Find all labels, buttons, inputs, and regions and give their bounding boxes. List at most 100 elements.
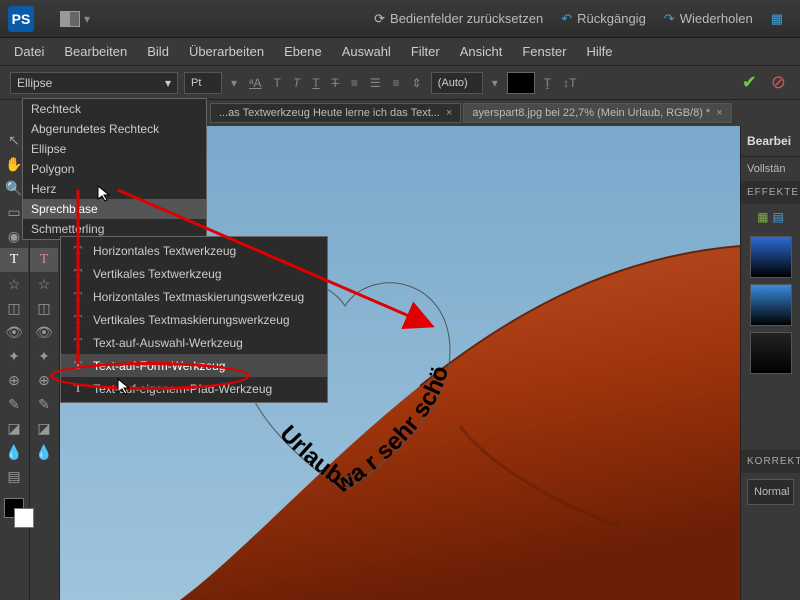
shape-option[interactable]: Abgerundetes Rechteck bbox=[23, 119, 206, 139]
align-right-icon[interactable]: ≡ bbox=[390, 76, 403, 90]
close-icon[interactable]: × bbox=[446, 107, 452, 119]
tool-variant-text[interactable]: T bbox=[30, 248, 58, 272]
type-icon: T bbox=[71, 335, 85, 350]
align-center-icon[interactable]: ☰ bbox=[367, 76, 384, 90]
type-icon: T bbox=[71, 312, 85, 327]
font-size-field[interactable]: Pt bbox=[184, 72, 222, 94]
effect-thumbnail[interactable] bbox=[750, 332, 792, 374]
shape-dropdown[interactable]: Ellipse ▾ bbox=[10, 72, 178, 94]
tool-variant-10[interactable]: ⊕ bbox=[30, 368, 58, 392]
leading-icon: ⇕ bbox=[409, 76, 425, 90]
menu-filter[interactable]: Filter bbox=[401, 40, 450, 63]
tool-variant-11[interactable]: ✎ bbox=[30, 392, 58, 416]
text-color-swatch[interactable] bbox=[507, 72, 535, 94]
shape-dropdown-value: Ellipse bbox=[17, 76, 52, 90]
document-tab[interactable]: ayerspart8.jpg bei 22,7% (Mein Urlaub, R… bbox=[463, 103, 731, 123]
menu-auswahl[interactable]: Auswahl bbox=[332, 40, 401, 63]
redo-button[interactable]: ↷ Wiederholen bbox=[655, 7, 762, 31]
effects-grid-icon[interactable]: ▦ bbox=[757, 210, 768, 224]
brush-tool[interactable]: ✎ bbox=[0, 392, 28, 416]
background-color[interactable] bbox=[14, 508, 34, 528]
tool-variant-8[interactable]: 👁 bbox=[30, 320, 58, 344]
text-tool-label: Horizontales Textwerkzeug bbox=[93, 244, 236, 258]
heal-tool[interactable]: ⊕ bbox=[0, 368, 28, 392]
text-tool-option[interactable]: TText-auf-eigenem-Pfad-Werkzeug bbox=[61, 377, 327, 400]
layout-switch-icon[interactable] bbox=[60, 11, 80, 27]
text-tool-option[interactable]: T Horizontales Textwerkzeug bbox=[61, 239, 327, 262]
tool-variant-12[interactable]: ◪ bbox=[30, 416, 58, 440]
text-tool-option[interactable]: TText-auf-Auswahl-Werkzeug bbox=[61, 331, 327, 354]
tool-variant-13[interactable]: 💧 bbox=[30, 440, 58, 464]
reset-icon: ⟳ bbox=[374, 11, 385, 27]
panel-grid-icon[interactable]: ▦ bbox=[762, 7, 792, 31]
color-swatches[interactable] bbox=[0, 494, 29, 526]
text-tool-label: Vertikales Textmaskierungswerkzeug bbox=[93, 313, 290, 327]
type-tool[interactable]: T bbox=[0, 248, 28, 272]
antialias-icon[interactable]: ᵃA bbox=[246, 76, 264, 90]
underline-icon[interactable]: T bbox=[309, 76, 322, 90]
chevron-down-icon: ▾ bbox=[165, 76, 171, 90]
tool-variant-6[interactable]: ☆ bbox=[30, 272, 58, 296]
leading-field[interactable]: (Auto) bbox=[431, 72, 483, 94]
chevron-down-icon[interactable]: ▾ bbox=[489, 76, 501, 90]
right-panel: Bearbei Vollstän EFFEKTE ▦ ▤ KORREKT Nor… bbox=[740, 126, 800, 600]
close-icon[interactable]: × bbox=[716, 107, 722, 119]
panel-mode[interactable]: Vollstän bbox=[741, 157, 800, 181]
font-size-unit: Pt bbox=[191, 77, 201, 89]
tool-variant-9[interactable]: ✦ bbox=[30, 344, 58, 368]
effects-header: EFFEKTE bbox=[741, 181, 800, 204]
menu-hilfe[interactable]: Hilfe bbox=[576, 40, 622, 63]
menu-fenster[interactable]: Fenster bbox=[512, 40, 576, 63]
document-tab[interactable]: ...as Textwerkzeug Heute lerne ich das T… bbox=[210, 103, 461, 123]
type-icon: T bbox=[71, 358, 85, 373]
eraser-tool[interactable]: ◪ bbox=[0, 416, 28, 440]
corrections-header: KORREKT bbox=[741, 450, 800, 473]
effects-stack-icon[interactable]: ▤ bbox=[773, 210, 784, 224]
type-icon: T bbox=[71, 266, 85, 281]
gradient-tool[interactable]: ▤ bbox=[0, 464, 28, 488]
shape-option[interactable]: Ellipse bbox=[23, 139, 206, 159]
cancel-icon[interactable]: ⊘ bbox=[767, 72, 790, 93]
type-icon: T bbox=[71, 243, 85, 258]
commit-icon[interactable]: ✔ bbox=[738, 72, 761, 93]
blend-mode-select[interactable]: Normal bbox=[747, 479, 794, 505]
options-bar: Ellipse ▾ Pt ▾ ᵃA T T T T ≡ ☰ ≡ ⇕ (Auto)… bbox=[0, 66, 800, 100]
undo-icon: ↶ bbox=[561, 11, 572, 27]
faux-italic-icon[interactable]: T bbox=[290, 76, 303, 90]
leading-value: (Auto) bbox=[438, 77, 468, 89]
chevron-down-icon[interactable]: ▾ bbox=[228, 76, 240, 90]
reset-panels-button[interactable]: ⟳ Bedienfelder zurücksetzen bbox=[365, 7, 552, 31]
shape-dropdown-menu: RechteckAbgerundetes RechteckEllipsePoly… bbox=[22, 98, 207, 240]
wand-tool[interactable]: ✦ bbox=[0, 344, 28, 368]
shape-option[interactable]: Polygon bbox=[23, 159, 206, 179]
text-orientation-icon[interactable]: ↕T bbox=[560, 76, 579, 90]
undo-button[interactable]: ↶ Rückgängig bbox=[552, 7, 655, 31]
menu-überarbeiten[interactable]: Überarbeiten bbox=[179, 40, 274, 63]
faux-bold-icon[interactable]: T bbox=[271, 76, 284, 90]
shape-option[interactable]: Sprechblase bbox=[23, 199, 206, 219]
effect-thumbnail[interactable] bbox=[750, 236, 792, 278]
shape-option[interactable]: Rechteck bbox=[23, 99, 206, 119]
text-tool-label: Vertikales Textwerkzeug bbox=[93, 267, 222, 281]
menu-datei[interactable]: Datei bbox=[4, 40, 54, 63]
redeye-tool[interactable]: 👁 bbox=[0, 320, 28, 344]
menu-bild[interactable]: Bild bbox=[137, 40, 179, 63]
text-tool-option[interactable]: T Vertikales Textwerkzeug bbox=[61, 262, 327, 285]
crop-tool[interactable]: ◫ bbox=[0, 296, 28, 320]
tool-variant-7[interactable]: ◫ bbox=[30, 296, 58, 320]
menu-ansicht[interactable]: Ansicht bbox=[450, 40, 513, 63]
chevron-down-icon[interactable]: ▾ bbox=[84, 12, 90, 26]
strikethrough-icon[interactable]: T bbox=[329, 76, 342, 90]
text-tool-option[interactable]: TText-auf-Form-Werkzeug bbox=[61, 354, 327, 377]
warp-text-icon[interactable]: Ṯ bbox=[541, 76, 554, 90]
bucket-tool[interactable]: 💧 bbox=[0, 440, 28, 464]
effect-thumbnail[interactable] bbox=[750, 284, 792, 326]
shape-option[interactable]: Herz bbox=[23, 179, 206, 199]
align-left-icon[interactable]: ≡ bbox=[348, 76, 361, 90]
reset-panels-label: Bedienfelder zurücksetzen bbox=[390, 11, 543, 26]
shape-tool[interactable]: ☆ bbox=[0, 272, 28, 296]
text-tool-option[interactable]: THorizontales Textmaskierungswerkzeug bbox=[61, 285, 327, 308]
menu-ebene[interactable]: Ebene bbox=[274, 40, 332, 63]
text-tool-option[interactable]: T Vertikales Textmaskierungswerkzeug bbox=[61, 308, 327, 331]
menu-bearbeiten[interactable]: Bearbeiten bbox=[54, 40, 137, 63]
